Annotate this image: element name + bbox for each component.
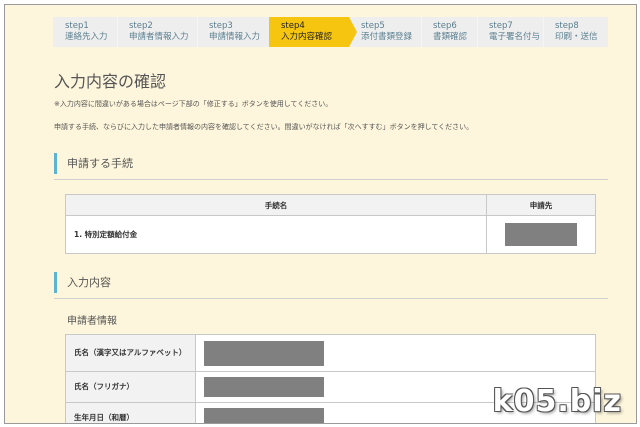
- redacted-block: [204, 340, 324, 366]
- page-title: 入力内容の確認: [54, 72, 167, 91]
- step-label: 申請情報入力: [209, 32, 261, 42]
- field-label-name-kanji: 氏名（漢字又はアルファベット）: [65, 334, 196, 372]
- step-8: step8 印刷・送信: [543, 17, 608, 47]
- step-label: 添付書類登録: [361, 32, 413, 42]
- step-label: 印刷・送信: [555, 32, 598, 42]
- redacted-block: [204, 377, 324, 398]
- step-7: step7 電子署名付与: [477, 17, 543, 47]
- step-number: step6: [433, 21, 457, 31]
- step-2: step2 申請者情報入力: [117, 17, 197, 47]
- step-label: 連絡先入力: [65, 32, 108, 42]
- section-heading-procedure: 申請する手続: [54, 153, 608, 180]
- table-row: 氏名（漢字又はアルファベット）: [65, 334, 596, 372]
- step-5: step5 添付書類登録: [349, 17, 421, 47]
- step-6: step6 書類確認: [421, 17, 477, 47]
- step-number: step7: [489, 21, 513, 31]
- step-number: step3: [209, 21, 233, 31]
- step-number: step5: [361, 21, 385, 31]
- step-label: 電子署名付与: [489, 32, 541, 42]
- redacted-block: [505, 223, 577, 246]
- procedure-name-cell: 1. 特別定額給付金: [65, 215, 487, 254]
- browser-frame: step1 連絡先入力 step2 申請者情報入力 step3 申請情報入力 s…: [4, 4, 637, 424]
- step-number: step2: [129, 21, 153, 31]
- step-label: 入力内容確認: [281, 32, 333, 42]
- table-header-row: 手続名 申請先: [65, 194, 596, 216]
- step-number: step1: [65, 21, 89, 31]
- step-label: 書類確認: [433, 32, 468, 42]
- watermark: k05.biz: [492, 384, 622, 419]
- field-value: [195, 334, 596, 372]
- step-number: step4: [281, 21, 305, 31]
- step-progress-bar: step1 連絡先入力 step2 申請者情報入力 step3 申請情報入力 s…: [53, 17, 608, 47]
- applicant-info-title: 申請者情報: [67, 316, 117, 327]
- redacted-block: [204, 408, 324, 423]
- column-header-procedure-name: 手続名: [65, 194, 487, 216]
- correction-note: ※入力内容に間違いがある場合はページ下部の「修正する」ボタンを使用してください。: [54, 100, 333, 108]
- destination-cell: [486, 215, 596, 254]
- step-4-current: step4 入力内容確認: [269, 17, 357, 47]
- step-label: 申請者情報入力: [129, 32, 189, 42]
- section-heading-input: 入力内容: [54, 272, 608, 299]
- field-label-name-kana: 氏名（フリガナ）: [65, 371, 196, 403]
- confirmation-instruction: 申請する手続、ならびに入力した申請者情報の内容を確認してください。間違いがなけれ…: [54, 123, 474, 131]
- procedure-table: 手続名 申請先 1. 特別定額給付金: [65, 194, 596, 254]
- table-row: 1. 特別定額給付金: [65, 215, 596, 254]
- column-header-destination: 申請先: [486, 194, 596, 216]
- step-1: step1 連絡先入力: [53, 17, 117, 47]
- field-label-birthdate: 生年月日（和暦）: [65, 402, 196, 423]
- step-number: step8: [555, 21, 579, 31]
- step-3: step3 申請情報入力: [197, 17, 269, 47]
